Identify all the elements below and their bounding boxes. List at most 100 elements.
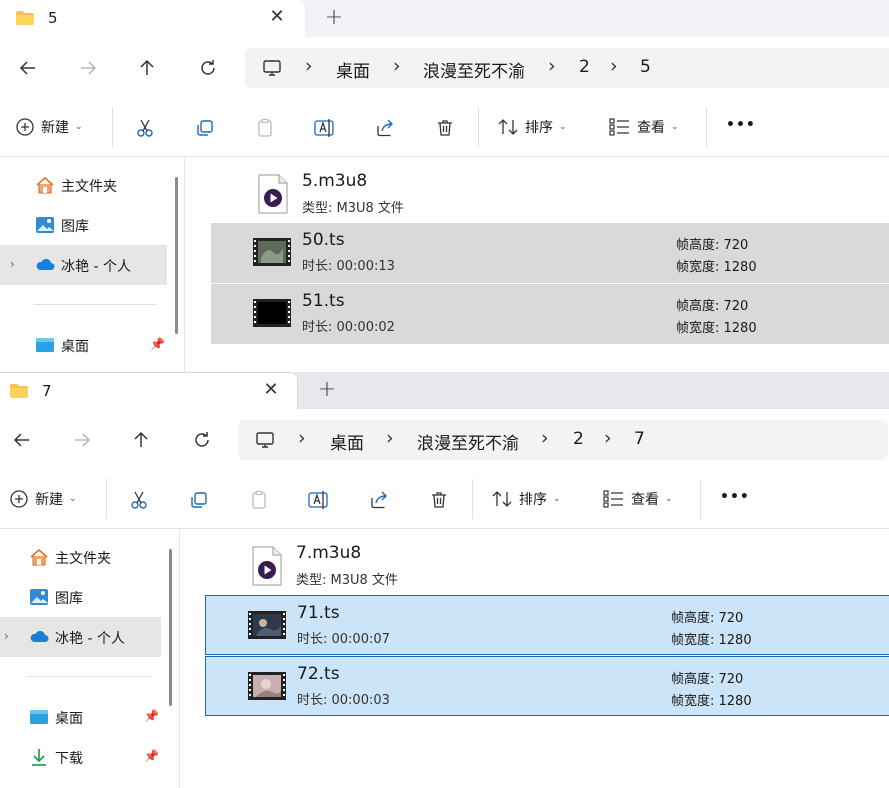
refresh-icon[interactable] [188, 426, 216, 454]
new-button[interactable]: 新建 ⌄ [15, 117, 83, 137]
breadcrumb-separator[interactable]: › [541, 427, 549, 449]
view-button[interactable]: 查看 ⌄ [609, 117, 679, 137]
rename-icon[interactable] [313, 116, 337, 140]
home-icon [30, 548, 48, 566]
sidebar-item-onedrive[interactable]: › 冰艳 - 个人 [0, 245, 167, 285]
address-bar[interactable]: › 桌面 › 浪漫至死不渝 › 2 › 7 [238, 420, 888, 460]
up-arrow-icon[interactable] [127, 426, 155, 454]
new-label: 新建 [35, 492, 63, 508]
breadcrumb-item[interactable]: 桌面 [336, 57, 370, 82]
pin-icon[interactable]: 📌 [144, 709, 159, 723]
back-arrow-icon[interactable] [8, 426, 36, 454]
folder-icon [16, 11, 34, 25]
breadcrumb-item[interactable]: 浪漫至死不渝 [417, 429, 519, 454]
add-tab-icon[interactable]: + [315, 378, 339, 402]
breadcrumb-separator[interactable]: › [298, 427, 306, 449]
sort-label: 排序 [525, 120, 553, 136]
share-icon[interactable] [373, 116, 397, 140]
desktop-icon [30, 710, 48, 724]
frame-height: 帧高度: 720 [676, 299, 749, 314]
sidebar-item-onedrive[interactable]: › 冰艳 - 个人 [0, 617, 161, 657]
file-duration: 时长: 00:00:02 [302, 320, 395, 335]
sidebar-item-desktop[interactable]: 桌面 📌 [0, 697, 161, 737]
file-name: 71.ts [297, 603, 340, 623]
breadcrumb-item[interactable]: 2 [579, 57, 590, 77]
file-list: 7.m3u8 类型: M3U8 文件 71.ts 时长: 00:00:07 帧高… [180, 529, 889, 788]
sidebar-item-gallery[interactable]: 图库 [0, 577, 161, 617]
sidebar-item-gallery[interactable]: 图库 [0, 205, 167, 245]
scrollbar[interactable] [175, 177, 178, 334]
up-arrow-icon[interactable] [133, 54, 161, 82]
sidebar-item-label: 下载 [55, 751, 83, 767]
command-bar: 新建 ⌄ 排序 ⌄ 查看 ⌄ ••• [0, 99, 889, 157]
sort-button[interactable]: 排序 ⌄ [497, 117, 567, 137]
breadcrumb-item[interactable]: 浪漫至死不渝 [423, 57, 525, 82]
sidebar-item-desktop[interactable]: 桌面 📌 [0, 325, 167, 365]
sidebar-item-label: 主文件夹 [61, 179, 117, 195]
sort-button[interactable]: 排序 ⌄ [491, 489, 561, 509]
onedrive-cloud-icon [36, 258, 55, 270]
forward-arrow-icon[interactable] [74, 54, 102, 82]
divider [112, 107, 113, 147]
navigation-pane: 主文件夹 图库 › 冰艳 - 个人 桌面 📌 下载 📌 [0, 529, 180, 788]
list-item-playlist[interactable]: 5.m3u8 类型: M3U8 文件 [186, 157, 889, 223]
share-icon[interactable] [367, 488, 391, 512]
computer-icon[interactable] [262, 58, 282, 78]
breadcrumb-separator[interactable]: › [610, 55, 618, 77]
sort-icon [498, 119, 518, 135]
copy-icon[interactable] [187, 488, 211, 512]
copy-icon[interactable] [193, 116, 217, 140]
breadcrumb-item[interactable]: 7 [634, 429, 645, 449]
list-item[interactable]: 50.ts 时长: 00:00:13 帧高度: 720 帧宽度: 1280 [211, 223, 889, 283]
back-arrow-icon[interactable] [14, 54, 42, 82]
breadcrumb-separator[interactable]: › [393, 55, 401, 77]
breadcrumb-item[interactable]: 2 [573, 429, 584, 449]
content-area: 主文件夹 图库 › 冰艳 - 个人 桌面 📌 下载 📌 7.m3u8 类型: M… [0, 529, 889, 788]
frame-height: 帧高度: 720 [676, 238, 749, 253]
breadcrumb-separator[interactable]: › [305, 55, 313, 77]
paste-icon[interactable] [247, 488, 271, 512]
new-button[interactable]: 新建 ⌄ [9, 489, 77, 509]
rename-icon[interactable] [307, 488, 331, 512]
address-bar[interactable]: › 桌面 › 浪漫至死不渝 › 2 › 5 [245, 48, 889, 88]
paste-icon[interactable] [253, 116, 277, 140]
more-options-icon[interactable]: ••• [726, 117, 756, 133]
tab-active[interactable]: 5 ✕ [0, 0, 305, 38]
add-tab-icon[interactable]: + [322, 6, 346, 30]
scrollbar[interactable] [169, 549, 172, 706]
more-options-icon[interactable]: ••• [720, 489, 750, 505]
pin-icon[interactable]: 📌 [150, 337, 165, 351]
chevron-down-icon: ⌄ [75, 122, 83, 132]
computer-icon[interactable] [255, 430, 275, 450]
expand-chevron-icon[interactable]: › [10, 257, 15, 271]
gallery-icon [36, 217, 54, 233]
chevron-down-icon: ⌄ [553, 494, 561, 504]
expand-chevron-icon[interactable]: › [4, 629, 9, 643]
delete-icon[interactable] [433, 116, 457, 140]
close-icon[interactable]: ✕ [260, 379, 282, 401]
pin-icon[interactable]: 📌 [144, 749, 159, 763]
list-item-playlist[interactable]: 7.m3u8 类型: M3U8 文件 [180, 529, 889, 595]
cut-icon[interactable] [133, 116, 157, 140]
close-icon[interactable]: ✕ [266, 6, 288, 28]
view-button[interactable]: 查看 ⌄ [603, 489, 673, 509]
breadcrumb-separator[interactable]: › [548, 55, 556, 77]
breadcrumb-separator[interactable]: › [386, 427, 394, 449]
refresh-icon[interactable] [194, 54, 222, 82]
list-item[interactable]: 71.ts 时长: 00:00:07 帧高度: 720 帧宽度: 1280 [205, 595, 889, 655]
tab-active[interactable]: 7 ✕ [0, 372, 298, 410]
tab-title: 7 [42, 382, 52, 400]
video-thumbnail-icon [248, 611, 286, 639]
list-item[interactable]: 51.ts 时长: 00:00:02 帧高度: 720 帧宽度: 1280 [211, 284, 889, 344]
delete-icon[interactable] [427, 488, 451, 512]
sidebar-item-home[interactable]: 主文件夹 [0, 537, 161, 577]
breadcrumb-item[interactable]: 桌面 [330, 429, 364, 454]
sidebar-item-downloads[interactable]: 下载 📌 [0, 737, 161, 777]
cut-icon[interactable] [127, 488, 151, 512]
sidebar-item-home[interactable]: 主文件夹 [0, 165, 167, 205]
breadcrumb-separator[interactable]: › [604, 427, 612, 449]
forward-arrow-icon[interactable] [68, 426, 96, 454]
breadcrumb-item[interactable]: 5 [640, 57, 651, 77]
list-item[interactable]: 72.ts 时长: 00:00:03 帧高度: 720 帧宽度: 1280 [205, 656, 889, 716]
tab-bar: 5 ✕ + [0, 0, 889, 38]
